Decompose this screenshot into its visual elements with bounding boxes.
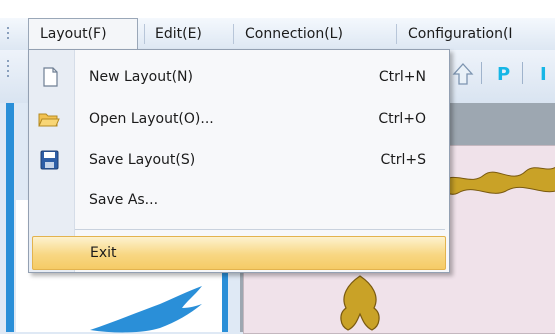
title-strip — [0, 0, 555, 18]
panel-border — [6, 103, 14, 332]
menu-item-label: New Layout(N) — [89, 69, 193, 85]
menu-configuration[interactable]: Configuration(I — [408, 18, 513, 50]
toolbar-separator — [481, 62, 482, 84]
menu-separator — [144, 24, 145, 44]
menu-layout[interactable]: Layout(F) — [28, 18, 138, 50]
menubar-grip[interactable] — [7, 27, 10, 42]
menu-separator — [396, 24, 397, 44]
text-i-button[interactable]: I — [540, 64, 547, 85]
menu-item-new-layout[interactable]: New Layout(N) Ctrl+N — [30, 61, 448, 93]
shortcut-label: Ctrl+S — [380, 152, 426, 168]
menu-item-open-layout[interactable]: Open Layout(O)... Ctrl+O — [30, 103, 448, 135]
toolbar-separator — [522, 62, 523, 84]
menu-item-exit[interactable]: Exit — [32, 236, 446, 270]
menu-item-save-as[interactable]: Save As... — [30, 184, 448, 216]
menu-item-label: Exit — [90, 245, 117, 261]
text-p-button[interactable]: P — [497, 64, 510, 85]
menubar: Layout(F) Edit(E) Connection(L) Configur… — [0, 18, 555, 51]
toolbar-grip[interactable] — [7, 60, 10, 80]
menu-item-save-layout[interactable]: Save Layout(S) Ctrl+S — [30, 144, 448, 176]
shortcut-label: Ctrl+O — [378, 111, 426, 127]
floppy-disk-icon — [40, 150, 59, 170]
menu-separator — [233, 24, 234, 44]
layout-menu-dropdown: New Layout(N) Ctrl+N Open Layout(O)... C… — [28, 49, 450, 273]
open-folder-icon — [38, 113, 60, 127]
menu-item-label: Save As... — [89, 192, 159, 208]
menu-edit[interactable]: Edit(E) — [155, 18, 202, 50]
menu-connection[interactable]: Connection(L) — [245, 18, 343, 50]
new-file-icon — [43, 67, 58, 87]
gold-ornament — [340, 275, 380, 331]
menu-divider — [75, 229, 445, 230]
menu-item-label: Open Layout(O)... — [89, 111, 214, 127]
shortcut-label: Ctrl+N — [378, 69, 426, 85]
bird-silhouette-icon — [90, 286, 202, 333]
gold-frame-corner — [440, 166, 555, 195]
menu-item-label: Save Layout(S) — [89, 152, 196, 168]
arrow-up-icon[interactable] — [452, 62, 474, 86]
